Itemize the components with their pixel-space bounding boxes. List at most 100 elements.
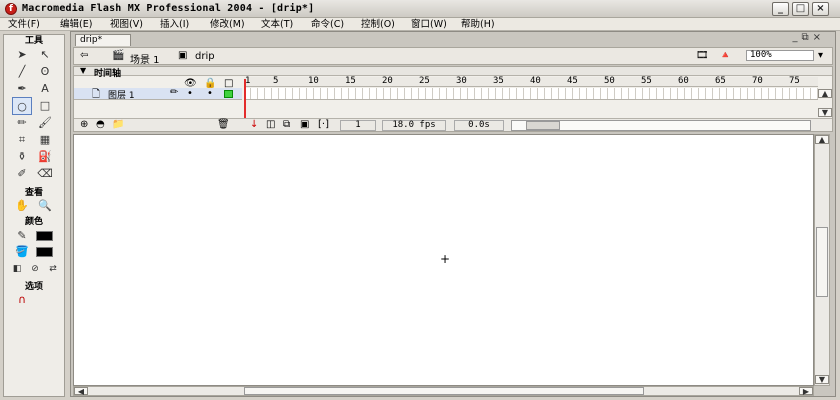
no-color-icon[interactable]: ⊘ [25, 260, 45, 278]
subselect-tool-icon[interactable]: ↖ [35, 46, 55, 64]
insert-folder-icon[interactable]: 📁 [112, 119, 124, 130]
black-white-icon[interactable]: ◧ [7, 260, 27, 278]
outline-color-icon[interactable] [224, 90, 233, 98]
frame-ruler[interactable]: 1 5 10 15 20 25 30 35 40 45 50 55 60 65 … [244, 76, 818, 87]
onion-skin-icon[interactable]: ◫ [266, 119, 275, 130]
menu-insert[interactable]: 插入(I) [160, 18, 189, 31]
stage-horizontal-scrollbar[interactable]: ◀ ▶ [73, 386, 814, 396]
menu-bar: 文件(F) 编辑(E) 视图(V) 插入(I) 修改(M) 文本(T) 命令(C… [0, 18, 840, 31]
timeline-status-bar: ⊕ ◓ 📁 🗑 ↓ ◫ ⧉ ▣ [·] 1 18.0 fps 0.0s [74, 118, 832, 131]
doc-close-icon[interactable]: × [813, 32, 825, 43]
fill-transform-tool-icon[interactable]: ▦ [35, 131, 55, 149]
menu-control[interactable]: 控制(O) [361, 18, 395, 31]
paint-bucket-tool-icon[interactable]: ⛽ [35, 148, 55, 166]
maximize-button[interactable]: □ [792, 2, 809, 16]
back-arrow-icon[interactable]: ⇦ [80, 50, 88, 61]
menu-edit[interactable]: 编辑(E) [60, 18, 92, 31]
stage-vertical-thumb[interactable] [816, 227, 828, 297]
stage-horizontal-thumb[interactable] [244, 387, 644, 395]
collapse-arrow-icon[interactable]: ▼ [80, 66, 86, 75]
stage-scroll-down-icon[interactable]: ▼ [815, 375, 829, 384]
menu-window[interactable]: 窗口(W) [411, 18, 447, 31]
eraser-tool-icon[interactable]: ⌫ [35, 165, 55, 183]
menu-file[interactable]: 文件(F) [8, 18, 40, 31]
color-section-label: 颜色 [24, 217, 43, 227]
stroke-color-swatch[interactable] [36, 231, 53, 241]
arrow-tool-icon[interactable]: ➤ [12, 46, 32, 64]
ink-bottle-tool-icon[interactable]: ⚱ [12, 148, 32, 166]
document-window: drip* _⧉× ⇦ 🎬 场景 1 ▣ drip 🎞 🔺 100% ▾ ▼ 时… [70, 31, 836, 397]
menu-modify[interactable]: 修改(M) [210, 18, 245, 31]
timeline-header[interactable]: ▼ 时间轴 [74, 66, 832, 79]
frame-rate[interactable]: 18.0 fps [382, 120, 446, 131]
free-transform-tool-icon[interactable]: ⌗ [12, 131, 32, 149]
insert-layer-icon[interactable]: ⊕ [80, 119, 88, 130]
timeline-horizontal-scrollbar[interactable] [511, 120, 811, 131]
pen-tool-icon[interactable]: ✒ [12, 80, 32, 98]
center-frame-icon[interactable]: ↓ [250, 119, 258, 130]
rectangle-tool-icon[interactable]: □ [35, 97, 55, 115]
current-frame: 1 [340, 120, 376, 131]
frame-number: 5 [273, 76, 279, 86]
fill-color-swatch[interactable] [36, 247, 53, 257]
close-button[interactable]: × [812, 2, 829, 16]
window-title: Macromedia Flash MX Professional 2004 - … [22, 3, 315, 14]
lock-dot-icon[interactable]: • [207, 88, 213, 99]
zoom-tool-icon[interactable]: 🔍 [35, 197, 55, 215]
minimize-button[interactable]: _ [772, 2, 789, 16]
stage-scroll-right-icon[interactable]: ▶ [799, 387, 813, 396]
doc-restore-icon[interactable]: ⧉ [801, 32, 812, 43]
modify-markers-icon[interactable]: [·] [318, 119, 329, 130]
pencil-edit-icon: ✏ [170, 87, 179, 98]
hand-tool-icon[interactable]: ✋ [12, 197, 32, 215]
eyedropper-tool-icon[interactable]: ✐ [12, 165, 32, 183]
swap-colors-icon[interactable]: ⇄ [43, 260, 63, 278]
add-guide-icon[interactable]: ◓ [96, 119, 105, 130]
visibility-dot-icon[interactable]: • [187, 88, 193, 99]
zoom-select[interactable]: 100% [746, 50, 814, 61]
frame-number: 65 [715, 76, 726, 86]
tools-title: 工具 [24, 36, 43, 46]
menu-text[interactable]: 文本(T) [261, 18, 293, 31]
edit-scene-icon[interactable]: 🎞 [696, 50, 709, 61]
onion-outline-icon[interactable]: ⧉ [283, 119, 290, 130]
timeline-scroll-up-icon[interactable]: ▲ [818, 89, 832, 98]
frame-number: 55 [641, 76, 652, 86]
layer-frames[interactable] [244, 88, 818, 100]
symbol-label[interactable]: drip [195, 51, 215, 62]
edit-multiple-frames-icon[interactable]: ▣ [300, 119, 309, 130]
text-tool-icon[interactable]: A [35, 80, 55, 98]
line-tool-icon[interactable]: ╱ [12, 63, 32, 81]
title-bar: f Macromedia Flash MX Professional 2004 … [0, 0, 840, 18]
frame-number: 35 [493, 76, 504, 86]
menu-view[interactable]: 视图(V) [110, 18, 143, 31]
fill-color-icon[interactable]: 🪣 [12, 243, 32, 261]
pencil-tool-icon[interactable]: ✏ [12, 114, 32, 132]
brush-tool-icon[interactable]: 🖌 [35, 114, 55, 132]
frame-number: 10 [308, 76, 319, 86]
flash-app-icon: f [5, 3, 17, 15]
menu-help[interactable]: 帮助(H) [461, 18, 495, 31]
layer-name[interactable]: 图层 1 [108, 88, 135, 101]
edit-symbols-icon[interactable]: 🔺 [719, 50, 731, 61]
lasso-tool-icon[interactable]: ʘ [35, 63, 55, 81]
stage-canvas[interactable]: + [73, 134, 814, 386]
zoom-dropdown-icon[interactable]: ▾ [818, 50, 823, 61]
timeline-scroll-down-icon[interactable]: ▼ [818, 108, 832, 117]
stage-scroll-up-icon[interactable]: ▲ [815, 135, 829, 144]
timeline-scroll-thumb[interactable] [526, 121, 560, 130]
flash-window: f Macromedia Flash MX Professional 2004 … [0, 0, 840, 400]
oval-tool-icon[interactable]: ○ [12, 97, 32, 115]
scene-label[interactable]: 场景 1 [130, 51, 160, 66]
delete-layer-icon[interactable]: 🗑 [217, 119, 230, 130]
frame-number: 15 [345, 76, 356, 86]
frame-number: 70 [752, 76, 763, 86]
document-tab[interactable]: drip* [75, 34, 131, 46]
frame-number: 20 [382, 76, 393, 86]
stage-scroll-left-icon[interactable]: ◀ [74, 387, 88, 396]
menu-commands[interactable]: 命令(C) [311, 18, 344, 31]
snap-magnet-icon[interactable]: ∩ [12, 291, 32, 309]
stage-vertical-scrollbar[interactable]: ▲ ▼ [814, 134, 830, 386]
document-window-controls: _⧉× [792, 32, 825, 43]
layer-row[interactable]: 🗋 图层 1 ✏ • • [74, 87, 242, 101]
